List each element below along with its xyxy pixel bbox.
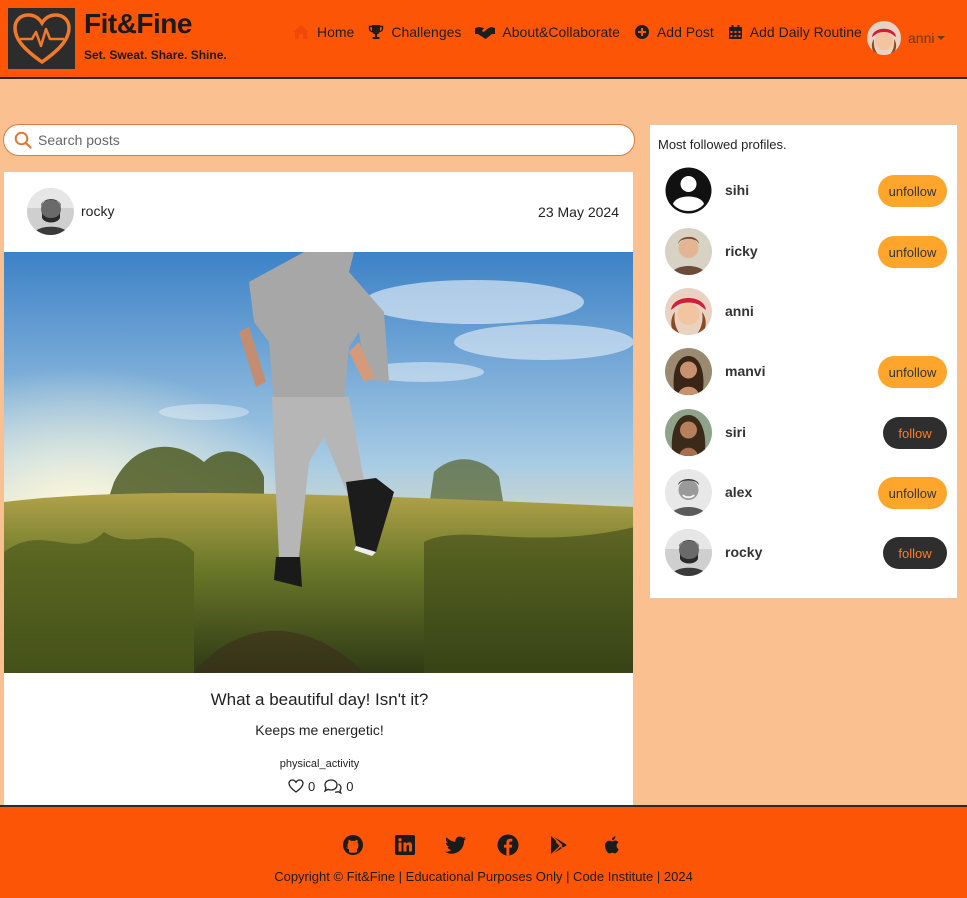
nav-add-post[interactable]: Add Post [634,22,714,42]
comment-count: 0 [346,778,354,794]
logo[interactable] [8,8,75,69]
unfollow-button[interactable]: unfollow [878,356,947,388]
profile-avatar[interactable] [665,167,712,214]
copyright-text: Copyright © Fit&Fine | Educational Purpo… [274,869,693,884]
plus-circle-icon [634,25,649,39]
profile-name[interactable]: rocky [725,544,762,560]
post-stats: 0 0 [288,778,361,794]
user-avatar [867,21,901,55]
post-body: Keeps me energetic! [255,722,384,738]
unfollow-button[interactable]: unfollow [878,175,947,207]
navbar: Fit&Fine Set. Sweat. Share. Shine. Home … [0,0,967,79]
post-date: 23 May 2024 [538,204,619,220]
nav-about[interactable]: About&Collaborate [475,22,620,42]
nav-add-routine-label: Add Daily Routine [749,24,862,40]
profile-row-sihi: sihi unfollow [665,167,950,215]
like-count: 0 [308,778,316,794]
github-icon[interactable] [341,833,365,857]
profile-name[interactable]: ricky [725,243,758,259]
comment-button[interactable]: 0 [323,778,353,794]
nav-about-label: About&Collaborate [502,24,620,40]
calendar-icon [728,25,742,39]
profile-avatar[interactable] [665,529,712,576]
twitter-icon[interactable] [444,833,468,857]
linkedin-icon[interactable] [393,833,417,857]
user-name: anni [908,30,935,46]
chevron-down-icon [937,36,946,40]
facebook-icon[interactable] [496,833,520,857]
most-followed-profiles: Most followed profiles. sihi unfollow ri… [649,124,958,599]
nav-home-label: Home [317,24,355,40]
profile-row-anni: anni [665,288,950,336]
profile-row-manvi: manvi unfollow [665,348,950,396]
search-bar[interactable] [3,124,635,156]
nav-home[interactable]: Home [292,22,354,42]
profile-row-rocky: rocky follow [665,529,950,577]
social-links [341,833,650,857]
post-header: rocky 23 May 2024 [4,172,633,252]
brand-title[interactable]: Fit&Fine [84,8,193,40]
profile-avatar[interactable] [665,469,712,516]
google-play-icon[interactable] [547,833,571,857]
follow-button[interactable]: follow [883,417,947,449]
post-author[interactable]: rocky [81,203,114,219]
unfollow-button[interactable]: unfollow [878,236,947,268]
profile-name[interactable]: alex [725,484,752,500]
profile-row-ricky: ricky unfollow [665,228,950,276]
home-icon [293,25,309,39]
sidebar-title: Most followed profiles. [658,137,787,152]
trophy-icon [369,25,384,39]
handshake-icon [475,27,496,39]
search-input[interactable] [38,132,608,148]
nav-add-post-label: Add Post [656,24,714,40]
profile-name[interactable]: siri [725,424,746,440]
brand-tagline: Set. Sweat. Share. Shine. [84,48,227,62]
default-user-icon [665,167,712,214]
profile-name[interactable]: sihi [725,182,749,198]
profile-avatar[interactable] [665,288,712,335]
nav-challenges-label: Challenges [391,24,462,40]
post-image [4,252,633,673]
follow-button[interactable]: follow [883,537,947,569]
post-card: rocky 23 May 2024 What a beautiful day! … [3,171,634,806]
user-profile-menu[interactable]: anni [867,21,946,55]
footer: Copyright © Fit&Fine | Educational Purpo… [0,805,967,898]
profile-name[interactable]: anni [725,303,754,319]
profile-row-alex: alex unfollow [665,469,950,517]
apple-icon[interactable] [599,833,623,857]
post-title: What a beautiful day! Isn't it? [210,690,429,709]
profile-avatar[interactable] [665,409,712,456]
nav-add-routine[interactable]: Add Daily Routine [728,22,862,42]
post-tag[interactable]: physical_activity [4,758,633,770]
profile-avatar[interactable] [665,348,712,395]
comments-icon [324,779,343,794]
search-icon [14,131,32,149]
like-button[interactable]: 0 [288,779,315,794]
profile-name[interactable]: manvi [725,363,765,379]
post-author-avatar[interactable] [27,188,74,235]
heart-icon [288,779,304,793]
heart-pulse-logo-icon [12,12,71,64]
nav-links: Home Challenges About&Collaborate Add Po… [292,22,876,42]
profile-row-siri: siri follow [665,409,950,457]
nav-challenges[interactable]: Challenges [368,22,461,42]
profile-avatar[interactable] [665,228,712,275]
unfollow-button[interactable]: unfollow [878,477,947,509]
